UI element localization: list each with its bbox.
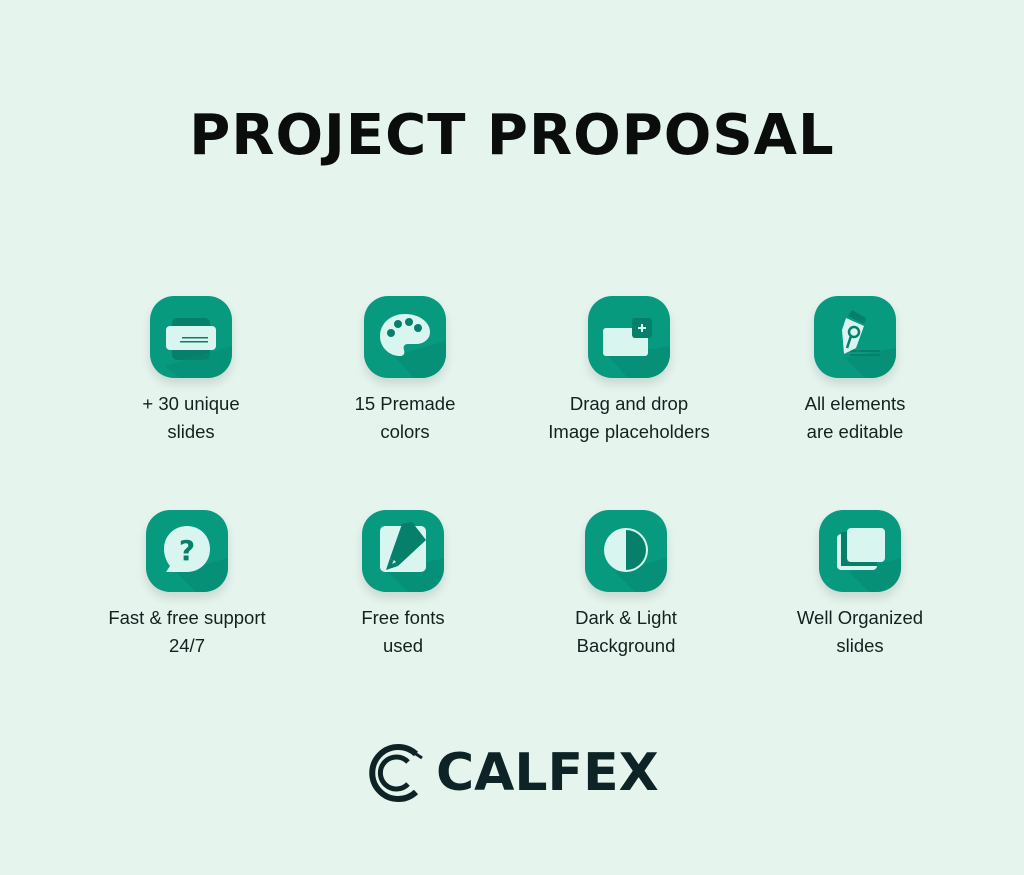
feature-image-placeholders: Drag and drop Image placeholders xyxy=(519,296,739,446)
feature-editable-elements: All elements are editable xyxy=(745,296,965,446)
feature-label-line1: All elements xyxy=(804,393,906,414)
page-title: PROJECT PROPOSAL xyxy=(189,103,835,168)
brand-name: CALFEX xyxy=(436,743,659,803)
feature-label-line1: Dark & Light xyxy=(575,607,677,628)
calfex-logo-icon xyxy=(369,744,423,802)
feature-organized-slides: Well Organized slides xyxy=(750,510,970,660)
feature-label-line2: slides xyxy=(836,635,884,656)
feature-label-line1: Drag and drop xyxy=(569,393,689,414)
feature-label-line1: 15 Premade xyxy=(354,393,456,414)
feature-label-line2: colors xyxy=(380,421,430,442)
feature-label-line1: Free fonts xyxy=(361,607,445,628)
pencil-icon xyxy=(362,510,444,592)
question-bubble-icon: ? xyxy=(146,510,228,592)
feature-label-line2: are editable xyxy=(806,421,904,442)
feature-label-line1: + 30 unique xyxy=(142,393,240,414)
slides-icon xyxy=(150,296,232,378)
feature-label-line2: Background xyxy=(576,635,676,656)
svg-text:?: ? xyxy=(179,534,195,567)
feature-free-fonts: Free fonts used xyxy=(293,510,513,660)
contrast-icon xyxy=(585,510,667,592)
feature-label-line2: Image placeholders xyxy=(548,421,710,442)
feature-label-line1: Well Organized xyxy=(796,607,924,628)
feature-label-line2: used xyxy=(382,635,424,656)
brand-logo: CALFEX xyxy=(366,738,659,808)
feature-label-line2: 24/7 xyxy=(168,635,205,656)
feature-premade-colors: 15 Premade colors xyxy=(295,296,515,446)
feature-dark-light: Dark & Light Background xyxy=(516,510,736,660)
stacked-slides-icon xyxy=(819,510,901,592)
feature-support: ? Fast & free support 24/7 xyxy=(77,510,297,660)
feature-label-line2: slides xyxy=(167,421,215,442)
feature-label-line1: Fast & free support xyxy=(108,607,266,628)
pen-nib-icon xyxy=(814,296,896,378)
image-placeholder-icon xyxy=(588,296,670,378)
palette-icon xyxy=(364,296,446,378)
feature-unique-slides: + 30 unique slides xyxy=(81,296,301,446)
